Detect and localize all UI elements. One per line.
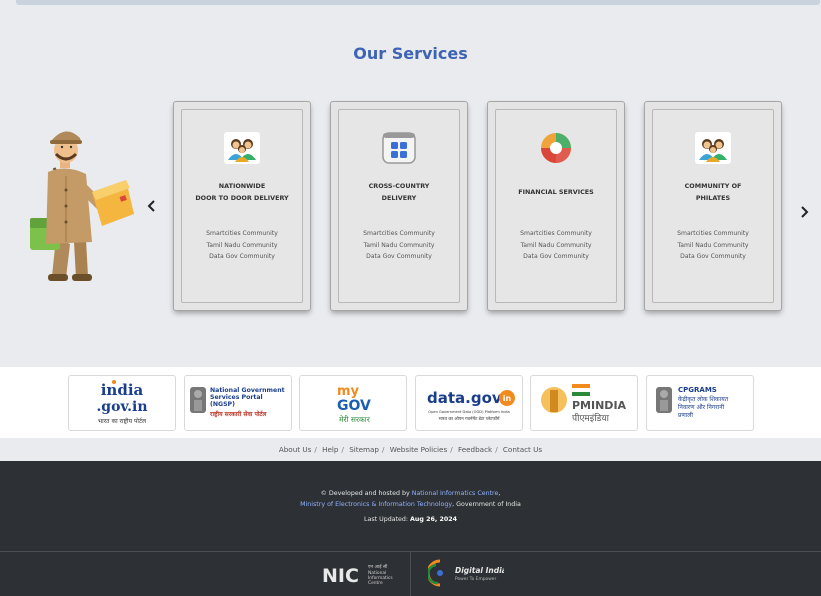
service-card-links: Smartcities Community Tamil Nadu Communi… xyxy=(339,228,459,263)
service-card-door-to-door[interactable]: NATIONWIDE DOOR TO DOOR DELIVERY Smartci… xyxy=(174,102,310,310)
ngsp-line3: (NGSP) xyxy=(210,401,235,408)
credit-comma: , xyxy=(498,490,501,497)
service-card-title-line2: DOOR TO DOOR DELIVERY xyxy=(195,194,289,202)
service-card-title: FINANCIAL SERVICES xyxy=(518,188,594,196)
footer-link-feedback[interactable]: Feedback xyxy=(458,445,492,454)
link-smartcities[interactable]: Smartcities Community xyxy=(653,228,773,240)
india-gov-line3: भारत का राष्ट्रीय पोर्टल xyxy=(98,417,147,425)
carousel-next-button[interactable] xyxy=(794,202,814,222)
digital-india-title: Digital India xyxy=(455,566,504,575)
link-tamil-nadu[interactable]: Tamil Nadu Community xyxy=(339,240,459,252)
datagov-line4: भारत का ओपन गवर्नमेंट डेटा प्लेटफॉर्म xyxy=(438,416,500,422)
india-gov-logo[interactable]: india .gov.in भारत का राष्ट्रीय पोर्टल xyxy=(68,375,176,431)
footer-link-contact[interactable]: Contact Us xyxy=(503,445,542,454)
link-smartcities[interactable]: Smartcities Community xyxy=(182,228,302,240)
footer-credits: © Developed and hosted by National Infor… xyxy=(0,488,821,510)
service-card-cross-country[interactable]: CROSS-COUNTRY DELIVERY Smartcities Commu… xyxy=(331,102,467,310)
svg-text:NIC: NIC xyxy=(322,565,359,586)
link-tamil-nadu[interactable]: Tamil Nadu Community xyxy=(182,240,302,252)
pmindia-line2: पीएमइंडिया xyxy=(572,412,610,424)
service-card-title: COMMUNITY OF xyxy=(684,182,742,190)
credit-prefix: © Developed and hosted by xyxy=(320,490,412,497)
section-title: Our Services xyxy=(353,44,468,63)
postman-illustration xyxy=(30,131,134,281)
site-footer: © Developed and hosted by National Infor… xyxy=(0,461,821,596)
india-gov-line1: india xyxy=(101,381,144,399)
datagov-line1: data.gov xyxy=(427,389,502,407)
link-data-gov[interactable]: Data Gov Community xyxy=(496,251,616,263)
chevron-left-icon xyxy=(147,200,155,212)
nic-hindi: एन आई सी xyxy=(368,563,388,570)
service-card-links: Smartcities Community Tamil Nadu Communi… xyxy=(653,228,773,263)
cpgrams-logo[interactable]: CPGRAMS केंद्रीकृत लोक शिकायत निवारण और … xyxy=(646,375,754,431)
service-card-title: CROSS-COUNTRY xyxy=(368,182,430,190)
carousel-prev-button[interactable] xyxy=(142,196,162,216)
digital-india-logo[interactable]: Digital India Power To Empower xyxy=(428,557,504,589)
nic-line3: Centre xyxy=(368,580,383,586)
service-card-financial[interactable]: FINANCIAL SERVICES Smartcities Community… xyxy=(488,102,624,310)
service-card-title: NATIONWIDE xyxy=(218,182,266,190)
ngsp-logo[interactable]: National Government Services Portal (NGS… xyxy=(184,375,292,431)
link-data-gov[interactable]: Data Gov Community xyxy=(653,251,773,263)
cpgrams-line3: निवारण और निगरानी xyxy=(678,403,725,411)
link-data-gov[interactable]: Data Gov Community xyxy=(339,251,459,263)
footer-link-about[interactable]: About Us xyxy=(279,445,312,454)
cpgrams-line4: प्रणाली xyxy=(678,411,693,419)
ngsp-line1: National Government xyxy=(210,387,285,394)
community-icon xyxy=(695,132,731,164)
pie-chart-icon xyxy=(541,133,571,163)
cpgrams-line2: केंद्रीकृत लोक शिकायत xyxy=(678,395,729,403)
link-tamil-nadu[interactable]: Tamil Nadu Community xyxy=(496,240,616,252)
footer-link-policies[interactable]: Website Policies xyxy=(390,445,448,454)
india-gov-line2: .gov.in xyxy=(96,399,147,415)
mygov-line2: GOV xyxy=(337,398,371,414)
credit-gov: , Government of India xyxy=(452,501,521,508)
mygov-logo[interactable]: my GOV मेरी सरकार xyxy=(299,375,407,431)
footer-link-help[interactable]: Help xyxy=(322,445,338,454)
mygov-line1: my xyxy=(337,384,360,399)
datagov-line2: in xyxy=(503,394,512,403)
datagov-line3: Open Government Data (OGD) Platform Indi… xyxy=(428,410,509,414)
link-tamil-nadu[interactable]: Tamil Nadu Community xyxy=(653,240,773,252)
cpgrams-line1: CPGRAMS xyxy=(678,386,717,394)
link-smartcities[interactable]: Smartcities Community xyxy=(339,228,459,240)
chevron-right-icon xyxy=(801,206,809,218)
service-card-links: Smartcities Community Tamil Nadu Communi… xyxy=(182,228,302,263)
nic-logo[interactable]: NIC एन आई सी National Informatics Centre xyxy=(322,562,396,586)
last-updated-label: Last Updated: xyxy=(364,516,411,523)
footer-link-sitemap[interactable]: Sitemap xyxy=(349,445,379,454)
partner-logos: india .gov.in भारत का राष्ट्रीय पोर्टल N… xyxy=(0,367,821,438)
footer-vertical-divider xyxy=(410,552,411,596)
service-card-links: Smartcities Community Tamil Nadu Communi… xyxy=(496,228,616,263)
services-section: Our Services NATIONWIDE DOOR TO DOOR DEL… xyxy=(0,6,821,368)
last-updated: Last Updated: Aug 26, 2024 xyxy=(0,516,821,523)
footer-links: About Us / Help / Sitemap / Website Policie… xyxy=(0,438,821,461)
nic-link[interactable]: National Informatics Centre xyxy=(412,490,499,497)
mygov-line3: मेरी सरकार xyxy=(339,415,371,424)
community-icon xyxy=(224,132,260,164)
ngsp-line4: राष्ट्रीय सरकारी सेवा पोर्टल xyxy=(209,410,267,418)
digital-india-tagline: Power To Empower xyxy=(455,576,497,582)
service-card-philates[interactable]: COMMUNITY OF PHILATES Smartcities Commun… xyxy=(645,102,781,310)
service-card-title-line2: DELIVERY xyxy=(381,194,417,202)
pmindia-line1: PMINDIA xyxy=(572,399,627,412)
datagov-logo[interactable]: data.gov in Open Government Data (OGD) P… xyxy=(415,375,523,431)
apps-grid-icon xyxy=(382,132,416,164)
service-card-title-line2: PHILATES xyxy=(695,194,731,202)
meity-link[interactable]: Ministry of Electronics & Information Te… xyxy=(300,501,452,508)
link-smartcities[interactable]: Smartcities Community xyxy=(496,228,616,240)
pmindia-logo[interactable]: PMINDIA पीएमइंडिया xyxy=(530,375,638,431)
last-updated-date: Aug 26, 2024 xyxy=(410,516,457,523)
ngsp-line2: Services Portal xyxy=(210,394,263,401)
link-data-gov[interactable]: Data Gov Community xyxy=(182,251,302,263)
